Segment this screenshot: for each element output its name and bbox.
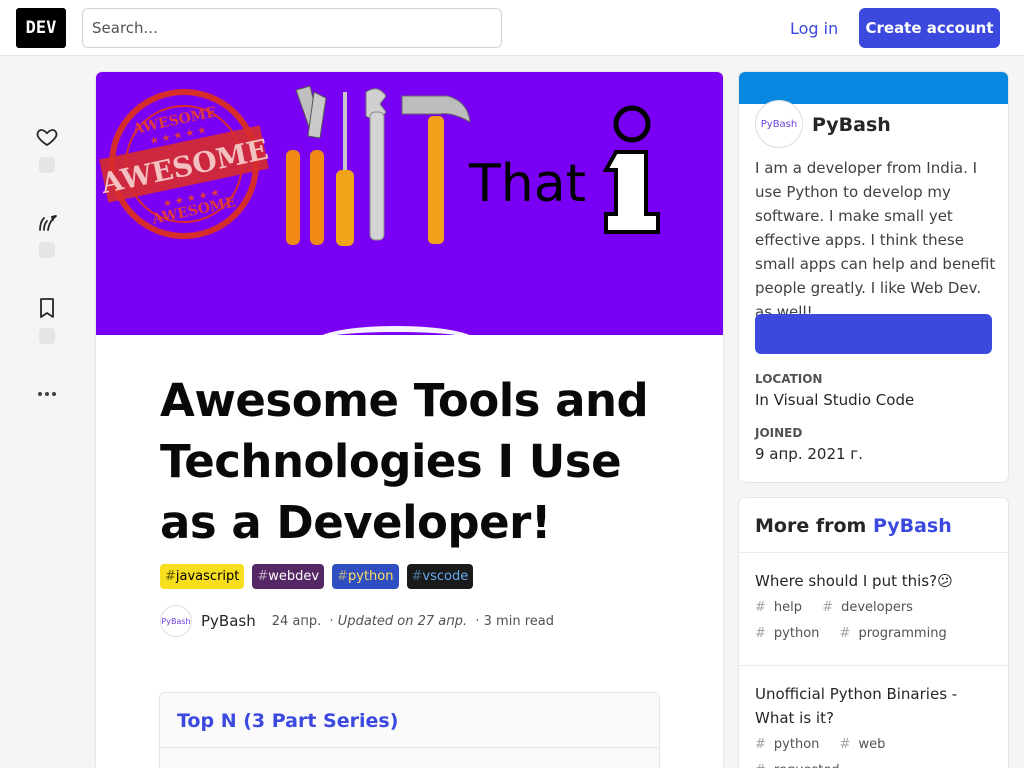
post-updated: Updated on 27 апр. xyxy=(337,613,468,629)
post-date: 24 апр. xyxy=(271,613,322,629)
reaction-unicorn[interactable] xyxy=(34,210,60,258)
reaction-heart[interactable] xyxy=(34,125,60,173)
tag-javascript[interactable]: # javascript xyxy=(160,564,245,589)
more-from-heading: More from PyBash xyxy=(755,515,952,537)
more-item-title[interactable]: Where should I put this?😕 xyxy=(755,569,995,593)
unicorn-count xyxy=(39,242,55,258)
more-divider xyxy=(739,552,1008,553)
author-profile-card: PyBash PyBash I am a developer from Indi… xyxy=(739,72,1008,482)
reaction-bookmark[interactable] xyxy=(34,296,60,344)
bookmark-count xyxy=(39,328,55,344)
more-from-author-link[interactable]: PyBash xyxy=(873,515,952,537)
tag-hash: # xyxy=(411,569,423,584)
tag-webdev[interactable]: # webdev xyxy=(252,564,325,589)
profile-bio: I am a developer from India. I use Pytho… xyxy=(755,159,996,321)
tag-python[interactable]: # python xyxy=(755,737,827,752)
tag-requested[interactable]: #requested xyxy=(755,763,848,768)
author-avatar[interactable]: PyBash xyxy=(160,605,192,637)
create-account-button[interactable]: Create account xyxy=(859,8,1000,48)
more-actions-button[interactable] xyxy=(34,382,60,406)
awesome-stamp-icon: AWESOME AWESOME AWESOME ★ ★ ★ ★ ★ ★ ★ ★ … xyxy=(97,85,660,246)
article-tags: # javascript # webdev # python # vscode xyxy=(160,564,474,589)
cover-word: That xyxy=(469,154,586,214)
author-name[interactable]: PyBash xyxy=(201,612,256,630)
tag-vscode[interactable]: # vscode xyxy=(406,564,474,589)
list-item[interactable]: Unofficial Python Binaries - What is it?… xyxy=(755,682,995,768)
tag-web[interactable]: # web xyxy=(840,737,894,752)
tag-help[interactable]: # help xyxy=(755,600,810,615)
more-divider xyxy=(739,665,1008,666)
dev-logo[interactable]: DEV xyxy=(16,8,66,48)
tag-programming[interactable]: # programming xyxy=(840,626,955,641)
unicorn-icon xyxy=(39,215,57,231)
tag-label: webdev xyxy=(268,569,320,584)
list-item[interactable]: Where should I put this?😕 # help # develop… xyxy=(755,569,995,647)
tag-developers[interactable]: # developers xyxy=(822,600,921,615)
profile-name[interactable]: PyBash xyxy=(812,114,891,136)
more-dots-icon xyxy=(38,392,56,396)
series-divider xyxy=(160,747,659,748)
author-row: PyBash PyBash 24 апр. · Updated on 27 ап… xyxy=(160,605,554,637)
more-item-title[interactable]: Unofficial Python Binaries - What is it? xyxy=(755,682,995,730)
profile-avatar[interactable]: PyBash xyxy=(755,100,803,148)
read-time: 3 min read xyxy=(483,613,554,629)
series-title[interactable]: Top N (3 Part Series) xyxy=(177,710,398,732)
tag-label: vscode xyxy=(422,569,469,584)
login-link[interactable]: Log in xyxy=(776,8,852,48)
article-title: Awesome Tools and Technologies I Use as … xyxy=(160,374,649,549)
heart-count xyxy=(39,157,55,173)
bookmark-icon xyxy=(40,298,54,318)
more-from-card: More from PyBash Where should I put this… xyxy=(739,498,1008,768)
top-header: DEV Log in Create account xyxy=(0,0,1024,56)
tag-hash: # xyxy=(337,569,349,584)
tag-hash: # xyxy=(165,569,176,584)
tag-label: python xyxy=(348,569,394,584)
location-label: LOCATION xyxy=(755,372,823,386)
follow-button[interactable] xyxy=(755,314,992,354)
location-value: In Visual Studio Code xyxy=(755,391,915,409)
tag-python[interactable]: # python xyxy=(755,626,827,641)
more-item-tags: #python #web #requested xyxy=(755,732,995,768)
series-box: Top N (3 Part Series) xyxy=(159,692,660,768)
joined-value: 9 апр. 2021 г. xyxy=(755,445,863,463)
more-item-tags: # help # developers # python # programming xyxy=(755,595,995,647)
tag-hash: # xyxy=(257,569,269,584)
post-meta: 24 апр. · Updated on 27 апр. · 3 min rea… xyxy=(271,613,554,629)
heart-icon xyxy=(36,129,58,147)
article-card: AWESOME AWESOME AWESOME ★ ★ ★ ★ ★ ★ ★ ★ … xyxy=(96,72,723,768)
joined-label: JOINED xyxy=(755,426,803,440)
tag-label: javascript xyxy=(175,569,240,584)
more-from-prefix: More from xyxy=(755,515,867,537)
search-input[interactable] xyxy=(82,8,502,48)
cover-image: AWESOME AWESOME AWESOME ★ ★ ★ ★ ★ ★ ★ ★ … xyxy=(96,72,723,335)
tag-python[interactable]: # python xyxy=(332,564,399,589)
